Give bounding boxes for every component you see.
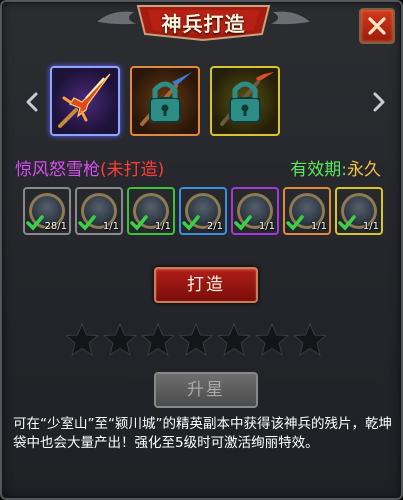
star-icon: [292, 322, 328, 357]
fragment-slot[interactable]: 1/1: [231, 187, 279, 235]
page-title: 神兵打造: [161, 12, 246, 36]
weapon-name: 惊风怒雪枪(未打造): [15, 155, 164, 180]
validity-value: 永久: [347, 160, 381, 180]
green-check-icon: [26, 215, 44, 231]
green-check-icon: [338, 215, 356, 231]
star-icon: [102, 322, 138, 357]
weapon-name-text: 惊风怒雪枪: [15, 160, 100, 180]
locked-spear-icon: [140, 72, 192, 126]
forge-panel: 神兵打造 惊风怒雪枪(未打造) 有效期:永久 28/1 1/1 1/1 2/1 …: [0, 0, 403, 500]
fragment-count: 1/1: [258, 221, 275, 232]
green-check-icon: [234, 215, 252, 231]
weapon-status: (未打造): [100, 160, 165, 180]
chevron-right-icon[interactable]: [372, 92, 386, 112]
star-icon: [178, 322, 214, 357]
fragment-count: 1/1: [102, 221, 119, 232]
validity-label: 有效期:: [290, 160, 347, 180]
weapon-slot-1[interactable]: [50, 66, 120, 136]
spear-weapon-icon: [58, 73, 111, 128]
title-banner: 神兵打造: [92, 2, 315, 42]
fragment-count: 2/1: [206, 221, 223, 232]
fragment-slot[interactable]: 2/1: [179, 187, 227, 235]
fragment-slot[interactable]: 1/1: [283, 187, 331, 235]
weapon-slot-2[interactable]: [130, 66, 200, 136]
green-check-icon: [286, 215, 304, 231]
close-button[interactable]: [359, 8, 395, 44]
close-icon: [368, 17, 386, 35]
star-icon: [254, 322, 290, 357]
fragment-count: 28/1: [44, 221, 67, 232]
green-check-icon: [78, 215, 96, 231]
forge-button[interactable]: 打造: [154, 267, 258, 303]
locked-spear-icon: [220, 72, 274, 126]
fragment-count: 1/1: [310, 221, 327, 232]
star-icon: [216, 322, 252, 357]
fragment-slot[interactable]: 1/1: [75, 187, 123, 235]
fragment-slot[interactable]: 28/1: [23, 187, 71, 235]
upgrade-star-button[interactable]: 升星: [154, 372, 258, 408]
fragment-slot[interactable]: 1/1: [335, 187, 383, 235]
validity: 有效期:永久: [290, 155, 381, 180]
star-icon: [140, 322, 176, 357]
chevron-left-icon[interactable]: [25, 92, 39, 112]
fragment-count: 1/1: [154, 221, 171, 232]
description-text: 可在“少室山”至“颍川城”的精英副本中获得该神兵的残片，乾坤袋中也会大量产出！强…: [13, 416, 392, 451]
green-check-icon: [130, 215, 148, 231]
fragment-slot[interactable]: 1/1: [127, 187, 175, 235]
weapon-slot-3[interactable]: [210, 66, 280, 136]
green-check-icon: [182, 215, 200, 231]
fragment-count: 1/1: [362, 221, 379, 232]
star-icon: [64, 322, 100, 357]
